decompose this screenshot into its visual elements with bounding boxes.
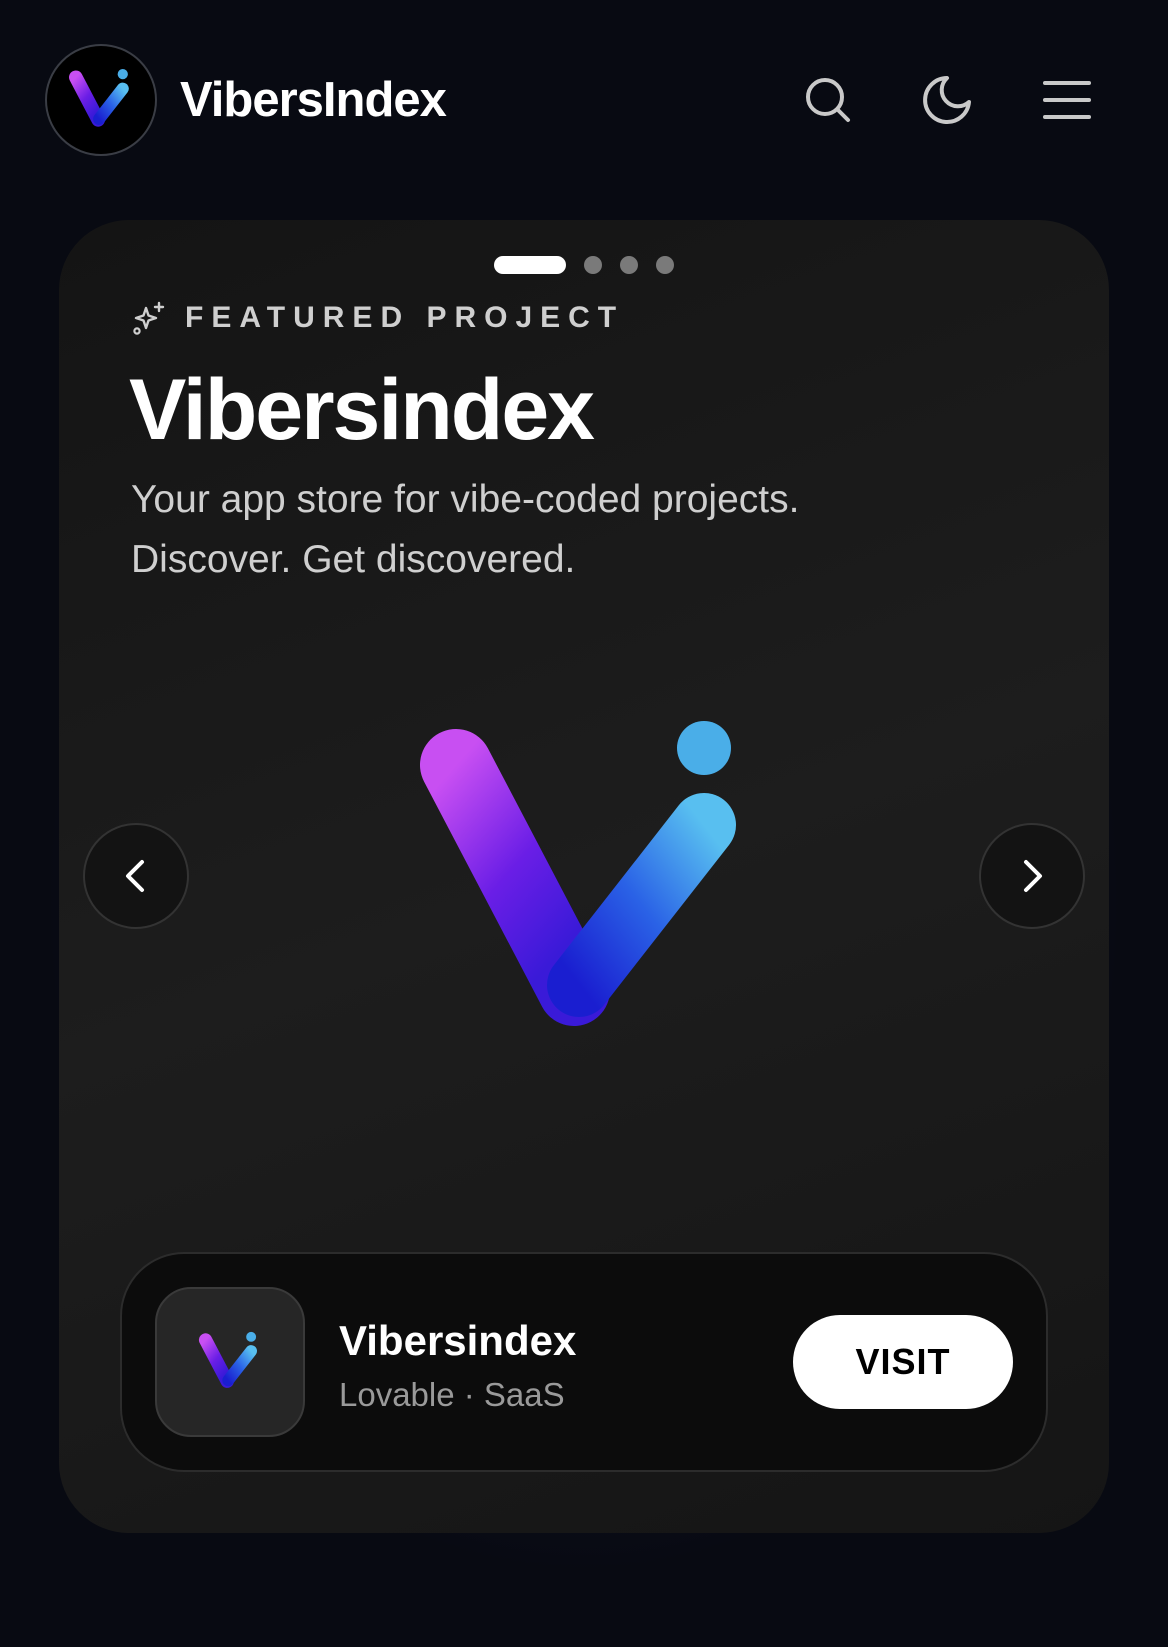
carousel-dot-2[interactable]: [584, 256, 602, 274]
brand-name[interactable]: VibersIndex: [180, 70, 447, 130]
carousel-dot-3[interactable]: [620, 256, 638, 274]
project-title: Vibersindex: [129, 362, 595, 458]
logo-mark-icon[interactable]: [45, 44, 157, 156]
carousel-next-button[interactable]: [979, 823, 1085, 929]
moon-icon[interactable]: [921, 74, 973, 126]
carousel-dot-4[interactable]: [656, 256, 674, 274]
search-icon[interactable]: [802, 74, 854, 126]
top-bar: VibersIndex: [0, 0, 1168, 200]
featured-carousel: FEATURED PROJECT Vibersindex Your app st…: [59, 220, 1109, 1533]
carousel-dot-1[interactable]: [494, 256, 566, 274]
project-logo: [420, 721, 736, 1026]
visit-button[interactable]: VISIT: [793, 1315, 1013, 1409]
carousel-indicators: [59, 256, 1109, 276]
app-icon[interactable]: [155, 1287, 305, 1437]
chevron-right-icon: [1024, 860, 1042, 892]
project-tagline: Your app store for vibe-coded projects. …: [131, 478, 800, 581]
chevron-left-icon: [126, 860, 144, 892]
featured-label-text: FEATURED PROJECT: [185, 301, 625, 334]
sparkle-icon: [133, 301, 165, 335]
app-name: Vibersindex: [339, 1317, 577, 1364]
app-meta: Lovable · SaaS: [339, 1376, 565, 1413]
app-summary-row: Vibersindex Lovable · SaaS VISIT: [120, 1252, 1048, 1472]
carousel-prev-button[interactable]: [83, 823, 189, 929]
menu-icon[interactable]: [1041, 74, 1093, 126]
featured-label: FEATURED PROJECT: [131, 298, 624, 338]
